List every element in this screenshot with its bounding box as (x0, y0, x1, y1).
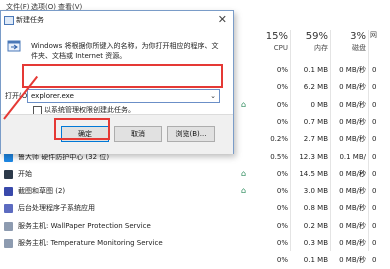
process-network: 0 (372, 221, 377, 230)
process-disk: 0 MB/秒 (339, 83, 366, 92)
dialog-footer: 确定 取消 浏览(B)... (1, 114, 233, 154)
network-label: 网 (370, 31, 377, 39)
process-memory: 0.1 MB (303, 256, 328, 265)
cpu-label: CPU (273, 44, 288, 52)
process-network: 0 (372, 204, 377, 213)
dialog-titlebar[interactable]: 新建任务 ✕ (1, 11, 233, 29)
process-memory: 6.2 MB (303, 83, 328, 92)
leaf-icon: ⌂ (241, 99, 247, 109)
process-network: 0 (372, 83, 377, 92)
process-cpu: 0% (276, 256, 288, 265)
process-name: 服务主机: WallPaper Protection Service (18, 221, 151, 230)
process-cpu: 0% (276, 83, 288, 92)
process-memory: 0.1 MB (303, 66, 328, 74)
process-row[interactable]: 后台处理程序子系统应用 0% 0.8 MB 0 MB/秒 0 (0, 200, 390, 217)
leaf-icon: ⌂ (241, 186, 247, 196)
chevron-down-icon[interactable]: ⌄ (210, 90, 216, 102)
process-disk: 0 MB/秒 (339, 221, 366, 230)
process-disk: 0 MB/秒 (339, 135, 366, 144)
process-memory: 0.7 MB (303, 117, 328, 126)
process-memory: 0.8 MB (303, 204, 328, 213)
process-cpu: 0% (276, 66, 288, 74)
process-disk: 0 MB/秒 (339, 239, 366, 247)
leaf-icon: ⌂ (241, 168, 247, 178)
process-disk: 0 MB/秒 (339, 117, 366, 126)
process-network: 0 (372, 152, 377, 161)
window-icon (4, 16, 14, 25)
process-row[interactable]: 服务主机: WallPaper Protection Service 0% 0.2 … (0, 218, 390, 235)
process-network: 0 (372, 256, 377, 265)
column-cpu[interactable]: 15% CPU (250, 30, 288, 58)
disk-label: 磁盘 (352, 44, 366, 52)
process-disk: 0 MB/秒 (339, 100, 366, 109)
column-memory[interactable]: 59% 内存 (293, 30, 328, 58)
open-input-value: explorer.exe (31, 92, 74, 100)
process-disk: 0 MB/秒 (339, 169, 366, 178)
dialog-title: 新建任务 (16, 16, 44, 24)
browse-button[interactable]: 浏览(B)... (167, 126, 215, 142)
process-cpu: 0% (276, 187, 288, 196)
process-disk: 0 MB/秒 (339, 204, 366, 213)
cancel-button[interactable]: 取消 (114, 126, 162, 142)
column-network[interactable]: 网 (370, 30, 390, 58)
process-disk: 0 MB/秒 (339, 187, 366, 196)
process-cpu: 0.5% (270, 152, 288, 161)
process-memory: 0.3 MB (303, 239, 328, 247)
process-name: 开始 (18, 169, 32, 178)
process-disk: 0.1 MB/秒 (339, 152, 366, 178)
memory-label: 内存 (314, 44, 328, 52)
process-disk: 0 MB/秒 (339, 66, 366, 74)
process-row[interactable]: 服务主机: Temperature Monitoring Service 0% 0.… (0, 235, 390, 252)
process-cpu: 0% (276, 239, 288, 247)
process-network: 0 (372, 169, 377, 178)
close-icon[interactable]: ✕ (218, 13, 227, 26)
annotation-ok-highlight (54, 118, 110, 140)
process-network: 0 (372, 117, 377, 126)
cpu-total: 15% (265, 31, 288, 42)
process-name: 截图和草图 (2) (18, 187, 66, 196)
process-memory: 0.2 MB (303, 221, 328, 230)
process-network: 0 (372, 100, 377, 109)
open-input[interactable]: explorer.exe ⌄ (27, 89, 220, 103)
process-row[interactable]: 截图和草图 (2) ⌂ 0% 3.0 MB 0 MB/秒 0 (0, 183, 390, 200)
process-memory: 2.7 MB (303, 135, 328, 144)
process-name: 服务主机: Temperature Monitoring Service (18, 239, 163, 247)
process-memory: 0 MB (310, 100, 328, 109)
process-cpu: 0% (276, 117, 288, 126)
process-disk: 0 MB/秒 (339, 256, 366, 265)
annotation-input-highlight (22, 64, 223, 88)
process-cpu: 0% (276, 221, 288, 230)
process-cpu: 0% (276, 204, 288, 213)
process-row[interactable]: 0% 0.1 MB 0 MB/秒 0 (0, 252, 390, 269)
process-name: 后台处理程序子系统应用 (18, 204, 95, 213)
process-memory: 3.0 MB (303, 187, 328, 196)
process-cpu: 0% (276, 100, 288, 109)
process-cpu: 0% (276, 169, 288, 178)
process-network: 0 (372, 239, 377, 247)
process-row[interactable]: 开始 ⌂ 0% 14.5 MB 0 MB/秒 0 (0, 166, 390, 183)
process-network: 0 (372, 135, 377, 144)
memory-total: 59% (305, 31, 328, 42)
column-disk[interactable]: 3% 磁盘 (333, 30, 366, 58)
process-network: 0 (372, 187, 377, 196)
process-cpu: 0.2% (270, 135, 288, 144)
dialog-description: Windows 将根据你所键入的名称，为你打开相应的程序、文件夹、文档或 Int… (31, 42, 219, 60)
process-memory: 14.5 MB (299, 169, 328, 178)
run-program-icon (7, 40, 21, 52)
process-network: 0 (372, 66, 377, 74)
disk-total: 3% (350, 31, 366, 42)
process-memory: 12.3 MB (299, 152, 328, 161)
